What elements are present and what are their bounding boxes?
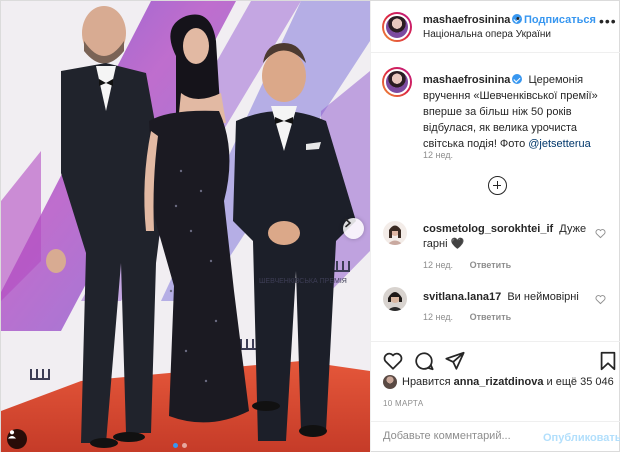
- reply-button[interactable]: Ответить: [470, 260, 512, 270]
- comment-meta: 12 нед. Ответить: [423, 260, 511, 270]
- comment-input[interactable]: [383, 430, 533, 442]
- like-comment-heart-icon[interactable]: [595, 294, 606, 305]
- post-header: mashaefrosinina • Подписаться Національн…: [371, 1, 620, 53]
- likes-user[interactable]: anna_rizatdinova: [454, 376, 544, 388]
- author-avatar[interactable]: [382, 12, 412, 42]
- publish-button[interactable]: Опубликовать: [543, 432, 620, 444]
- instagram-post: ШЕВЧЕНКІВСЬКА ПРЕМІЯ mashaefrosinina • П…: [0, 0, 620, 452]
- carousel-indicator: [173, 443, 187, 448]
- comment-timestamp[interactable]: 12 нед.: [423, 312, 453, 322]
- location-link[interactable]: Національна опера України: [423, 29, 551, 40]
- caption-text: mashaefrosinina Церемонія вручення «Шевч…: [423, 72, 618, 152]
- commenter-avatar[interactable]: [383, 221, 407, 245]
- event-photo-illustration: ШЕВЧЕНКІВСЬКА ПРЕМІЯ: [1, 1, 370, 452]
- load-more-comments-icon[interactable]: [488, 176, 507, 195]
- comment-bubble-icon[interactable]: [413, 350, 435, 372]
- header-separator: •: [516, 13, 520, 25]
- post-date[interactable]: 10 МАРТА: [383, 399, 423, 408]
- backdrop-text: ШЕВЧЕНКІВСЬКА ПРЕМІЯ: [259, 278, 347, 285]
- verified-badge-icon: [512, 74, 523, 84]
- save-bookmark-icon[interactable]: [597, 350, 619, 372]
- carousel-dot: [182, 443, 187, 448]
- caption-timestamp[interactable]: 12 нед.: [423, 150, 453, 160]
- carousel-dot: [173, 443, 178, 448]
- likes-summary[interactable]: Нравится anna_rizatdinova и ещё 35 046: [383, 375, 614, 389]
- follow-button[interactable]: Подписаться: [524, 14, 596, 26]
- likes-count[interactable]: и ещё 35 046: [547, 376, 614, 388]
- like-heart-icon[interactable]: [382, 350, 404, 372]
- comment-meta: 12 нед. Ответить: [423, 312, 511, 322]
- tagged-users-button[interactable]: [7, 429, 27, 449]
- comment-text: cosmetolog_sorokhtei_if Дуже гарні 🖤: [423, 222, 593, 252]
- comment-username[interactable]: svitlana.lana17: [423, 291, 501, 303]
- post-side-panel: mashaefrosinina • Подписаться Національн…: [370, 1, 620, 452]
- caption-author-avatar[interactable]: [382, 67, 412, 97]
- comment-body: Ви неймовірні: [507, 291, 579, 303]
- like-comment-heart-icon[interactable]: [595, 228, 606, 239]
- user-tag-icon: [8, 430, 16, 439]
- comment-text: svitlana.lana17 Ви неймовірні: [423, 290, 593, 305]
- add-comment-bar: Опубликовать: [371, 421, 620, 452]
- comment-username[interactable]: cosmetolog_sorokhtei_if: [423, 223, 553, 235]
- comment-timestamp[interactable]: 12 нед.: [423, 260, 453, 270]
- share-send-icon[interactable]: [444, 350, 466, 372]
- chevron-right-icon: [345, 218, 352, 228]
- post-photo[interactable]: ШЕВЧЕНКІВСЬКА ПРЕМІЯ: [1, 1, 370, 452]
- more-options-icon[interactable]: •••: [599, 13, 617, 29]
- author-username[interactable]: mashaefrosinina: [423, 14, 523, 26]
- commenter-avatar[interactable]: [383, 287, 407, 311]
- next-photo-button[interactable]: [343, 218, 364, 239]
- caption-mention-link[interactable]: @jetsetterua: [528, 138, 591, 150]
- reply-button[interactable]: Ответить: [470, 312, 512, 322]
- liker-avatar: [383, 375, 397, 389]
- likes-prefix: Нравится: [402, 376, 451, 388]
- caption-username[interactable]: mashaefrosinina: [423, 74, 523, 86]
